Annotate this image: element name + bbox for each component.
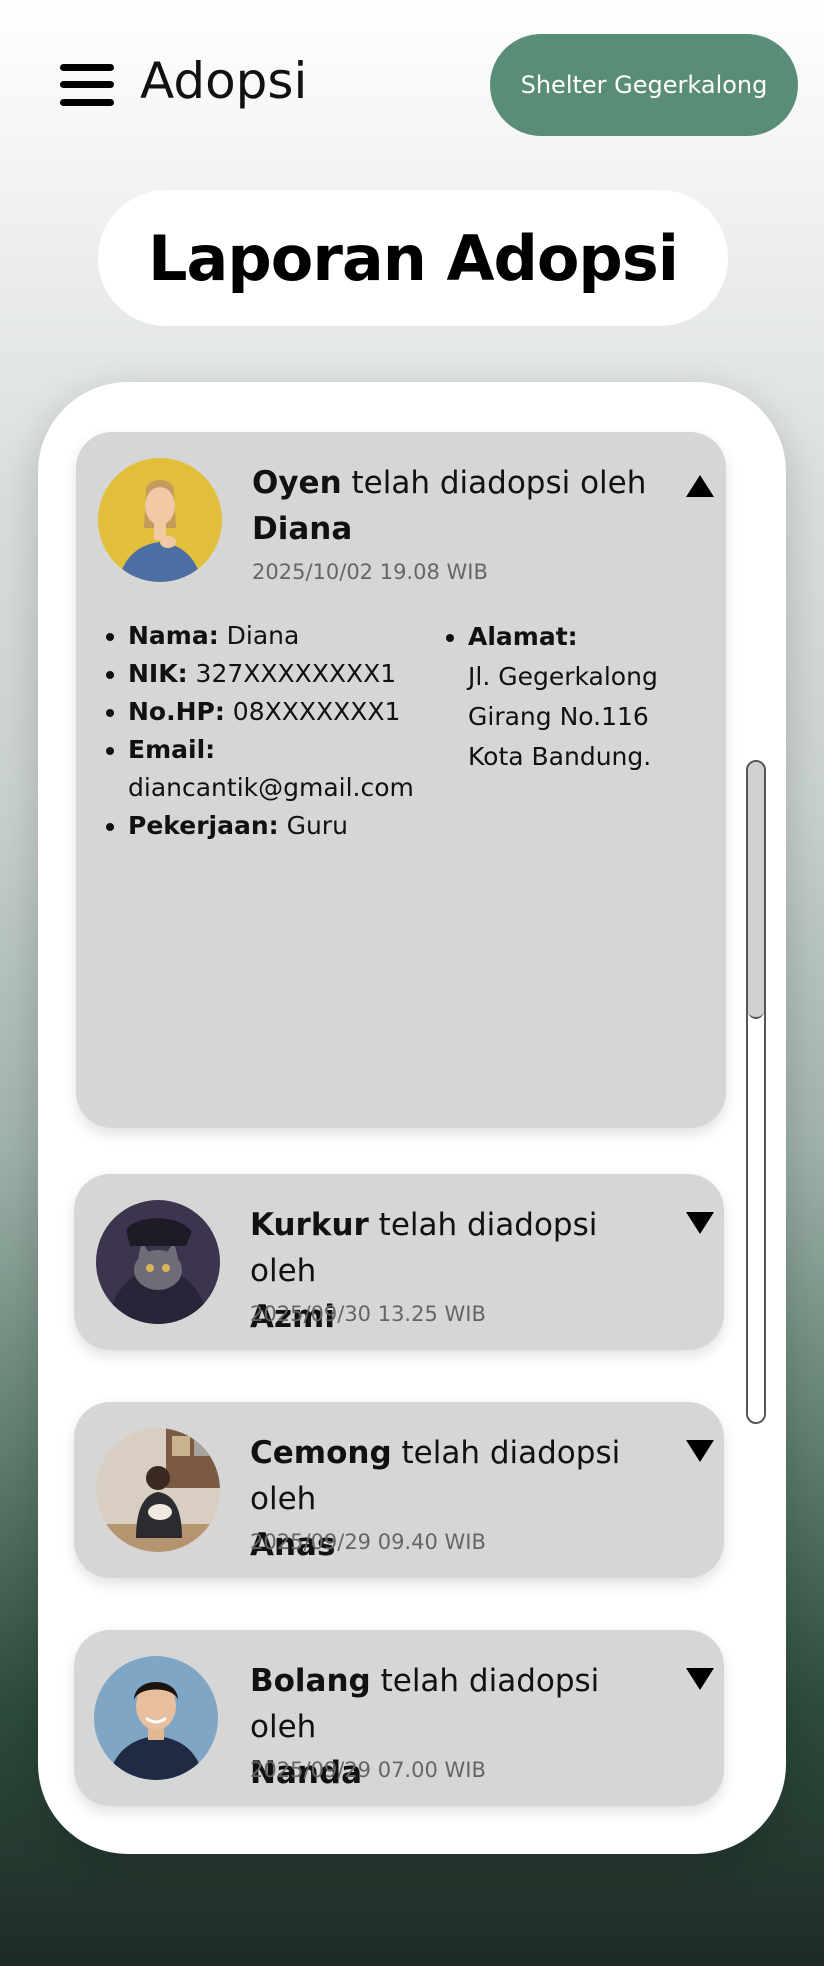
report-date: 2025/10/02 19.08 WIB [252,560,488,584]
pet-name: Oyen [252,465,342,501]
page-title: Laporan Adopsi [148,221,679,295]
adopter-avatar [96,1428,220,1552]
hamburger-menu-icon[interactable] [60,64,114,106]
detail-hp: No.HP: 08XXXXXXX1 [128,693,448,731]
pet-name: Kurkur [250,1207,369,1243]
report-date: 2025/09/30 13.25 WIB [250,1302,486,1326]
page-title-container: Laporan Adopsi [98,190,728,326]
detail-nik: NIK: 327XXXXXXXX1 [128,655,448,693]
detail-pekerjaan: Pekerjaan: Guru [128,807,448,845]
expand-toggle-icon[interactable] [686,1440,714,1462]
detail-alamat: Alamat:Jl. Gegerkalong Girang No.116 Kot… [468,617,708,777]
report-date: 2025/09/29 07.00 WIB [250,1758,486,1782]
detail-nama: Nama: Diana [128,617,448,655]
app-title: Adopsi [140,52,308,110]
expand-toggle-icon[interactable] [686,1668,714,1690]
report-date: 2025/09/29 09.40 WIB [250,1530,486,1554]
expand-toggle-icon[interactable] [686,1212,714,1234]
shelter-button[interactable]: Shelter Gegerkalong [490,34,798,136]
pet-name: Cemong [250,1435,392,1471]
scrollbar-thumb[interactable] [748,762,764,1019]
adopter-avatar [94,1656,218,1780]
adopter-avatar [96,1200,220,1324]
adopter-details-list: Nama: Diana NIK: 327XXXXXXXX1 No.HP: 08X… [100,617,448,845]
detail-email: Email:diancantik@gmail.com [128,731,448,807]
collapse-toggle-icon[interactable] [686,475,714,497]
adopter-avatar [98,458,222,582]
headline-connector: telah diadopsi oleh [341,465,647,501]
pet-name: Bolang [250,1663,371,1699]
report-headline: Oyen telah diadopsi oleh Diana [252,460,652,552]
adopter-address-list: Alamat:Jl. Gegerkalong Girang No.116 Kot… [440,617,708,777]
adopter-name: Diana [252,511,353,547]
